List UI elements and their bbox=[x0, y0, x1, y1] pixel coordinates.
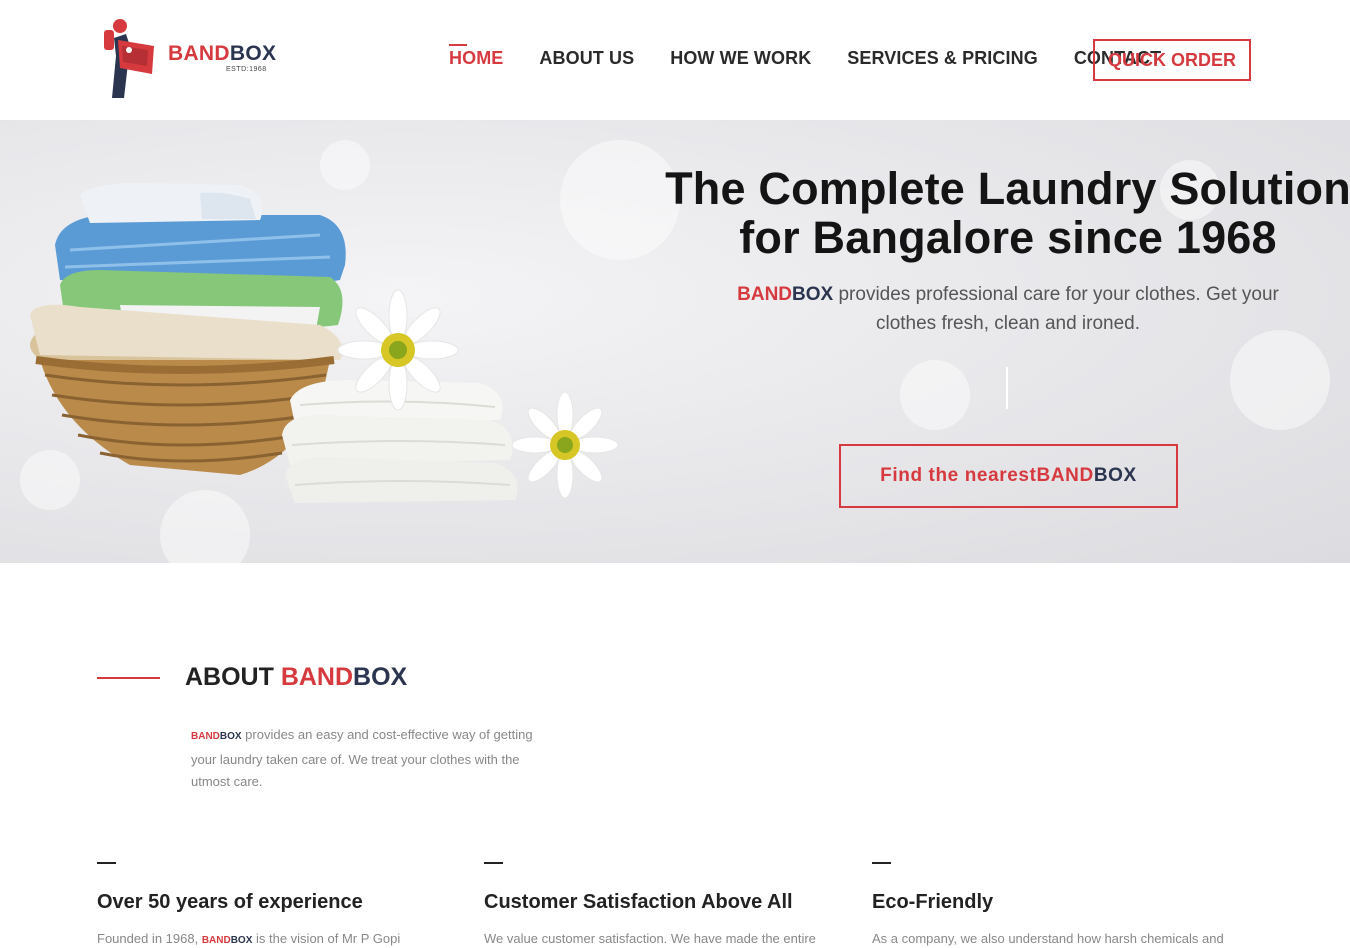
feature-eco-friendly: Eco-Friendly As a company, we also under… bbox=[872, 862, 1232, 946]
nav-services-pricing[interactable]: SERVICES & PRICING bbox=[847, 48, 1038, 69]
about-description: BANDBOX provides an easy and cost-effect… bbox=[191, 727, 533, 789]
feature-title: Customer Satisfaction Above All bbox=[484, 891, 793, 913]
hero-title-line-2: for Bangalore since 1968 bbox=[739, 212, 1277, 263]
nav-about-us[interactable]: ABOUT US bbox=[539, 48, 634, 69]
find-nearest-bandbox-button[interactable]: Find the nearest BAND BOX bbox=[839, 444, 1178, 508]
feature-dash bbox=[484, 862, 503, 864]
feature-customer-satisfaction: Customer Satisfaction Above All We value… bbox=[484, 862, 844, 946]
feature-title: Over 50 years of experience bbox=[97, 891, 363, 913]
hero-divider bbox=[1006, 367, 1008, 409]
about-accent-line bbox=[97, 677, 160, 679]
about-heading: ABOUT BANDBOX bbox=[185, 663, 408, 691]
quick-order-button[interactable]: QUICK ORDER bbox=[1093, 39, 1251, 81]
feature-text: We value customer satisfaction. We have … bbox=[484, 931, 816, 946]
feature-experience: Over 50 years of experience Founded in 1… bbox=[97, 862, 457, 946]
main-nav: HOME ABOUT US HOW WE WORK SERVICES & PRI… bbox=[449, 43, 1197, 71]
bandbox-logo[interactable]: BANDBOX ESTD:1968 bbox=[96, 16, 276, 100]
hero-subtitle: BANDBOX provides professional care for y… bbox=[737, 284, 1279, 334]
site-header: BANDBOX ESTD:1968 HOME ABOUT US HOW WE W… bbox=[0, 0, 1350, 120]
hero-title: The Complete Laundry Solution for Bangal… bbox=[660, 164, 1350, 262]
logo-wordmark: BANDBOX bbox=[168, 42, 277, 65]
bokeh-light bbox=[900, 360, 970, 430]
hero-banner: The Complete Laundry Solution for Bangal… bbox=[0, 120, 1350, 563]
hero-title-line-1: The Complete Laundry Solution bbox=[665, 163, 1350, 214]
feature-text: Founded in 1968, BANDBOX is the vision o… bbox=[97, 931, 401, 946]
feature-title: Eco-Friendly bbox=[872, 891, 994, 913]
laundry-basket-image bbox=[30, 183, 619, 503]
laundry-man-mascot-icon bbox=[104, 19, 154, 98]
nav-home[interactable]: HOME bbox=[449, 43, 503, 69]
feature-dash bbox=[97, 862, 116, 864]
logo-established: ESTD:1968 bbox=[226, 66, 267, 73]
feature-dash bbox=[872, 862, 891, 864]
feature-text: As a company, we also understand how har… bbox=[872, 931, 1224, 946]
nav-how-we-work[interactable]: HOW WE WORK bbox=[670, 48, 811, 69]
bokeh-light bbox=[1230, 330, 1330, 430]
